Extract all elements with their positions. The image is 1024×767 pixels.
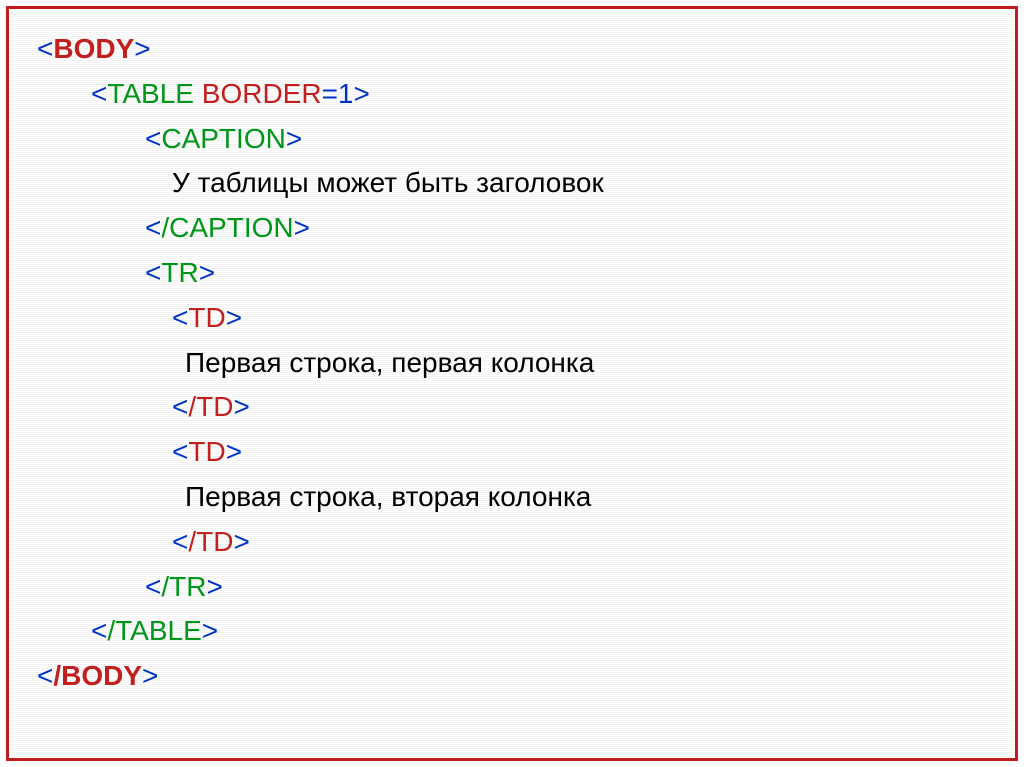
line-caption-open: <CAPTION> (37, 117, 1007, 162)
line-table-open: <TABLE BORDER=1> (37, 72, 1007, 117)
line-table-close: </TABLE> (37, 609, 1007, 654)
line-caption-text: У таблицы может быть заголовок (37, 161, 1007, 206)
line-body-open: <BODY> (37, 27, 1007, 72)
line-td2-open: <TD> (37, 430, 1007, 475)
line-td1-text: Первая строка, первая колонка (37, 341, 1007, 386)
line-caption-close: </CAPTION> (37, 206, 1007, 251)
line-td1-close: </TD> (37, 385, 1007, 430)
line-tr-close: </TR> (37, 565, 1007, 610)
code-slide-frame: <BODY><TABLE BORDER=1><CAPTION>У таблицы… (6, 6, 1018, 761)
line-td2-text: Первая строка, вторая колонка (37, 475, 1007, 520)
line-td2-close: </TD> (37, 520, 1007, 565)
line-tr-open: <TR> (37, 251, 1007, 296)
html-code-example: <BODY><TABLE BORDER=1><CAPTION>У таблицы… (37, 27, 1007, 699)
line-td1-open: <TD> (37, 296, 1007, 341)
line-body-close: </BODY> (37, 654, 1007, 699)
